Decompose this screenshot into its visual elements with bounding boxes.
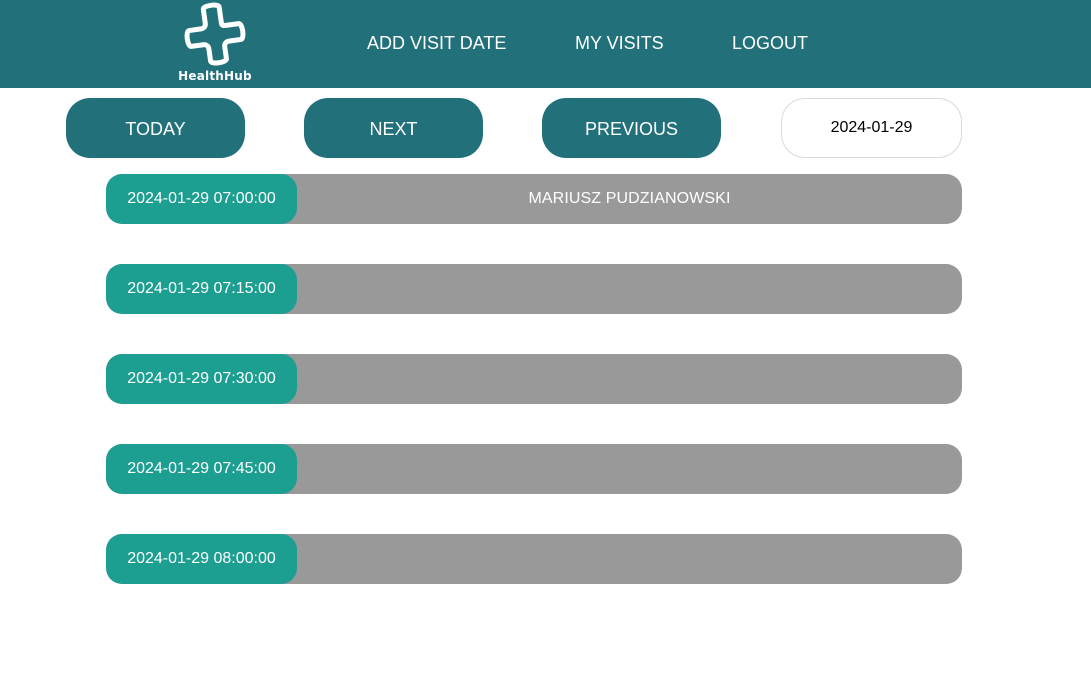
- visit-slot[interactable]: 2024-01-29 07:00:00 MARIUSZ PUDZIANOWSKI: [106, 174, 962, 224]
- nav-add-visit-date[interactable]: ADD VISIT DATE: [367, 31, 506, 55]
- visit-slot[interactable]: 2024-01-29 07:30:00: [106, 354, 962, 404]
- visit-slot[interactable]: 2024-01-29 07:15:00: [106, 264, 962, 314]
- nav-my-visits[interactable]: MY VISITS: [575, 31, 664, 55]
- slot-time: 2024-01-29 07:45:00: [106, 444, 297, 494]
- slot-patient-name: [297, 534, 962, 584]
- previous-button[interactable]: PREVIOUS: [542, 98, 721, 158]
- slot-patient-name: MARIUSZ PUDZIANOWSKI: [528, 190, 731, 207]
- slot-time: 2024-01-29 07:00:00: [106, 174, 297, 224]
- logo-text: HealthHub: [178, 69, 252, 83]
- top-navigation-bar: HealthHub ADD VISIT DATE MY VISITS LOGOU…: [0, 0, 1091, 88]
- slot-patient-name: [297, 264, 962, 314]
- medical-cross-icon: [184, 2, 246, 66]
- visit-slot[interactable]: 2024-01-29 08:00:00: [106, 534, 962, 584]
- visit-slot[interactable]: 2024-01-29 07:45:00: [106, 444, 962, 494]
- slot-time: 2024-01-29 07:30:00: [106, 354, 297, 404]
- nav-logout[interactable]: LOGOUT: [732, 31, 808, 55]
- slot-patient-name: [297, 354, 962, 404]
- date-field[interactable]: [781, 98, 962, 158]
- slot-time: 2024-01-29 07:15:00: [106, 264, 297, 314]
- next-button[interactable]: NEXT: [304, 98, 483, 158]
- slot-time: 2024-01-29 08:00:00: [106, 534, 297, 584]
- today-button[interactable]: TODAY: [66, 98, 245, 158]
- healthhub-logo[interactable]: HealthHub: [176, 2, 254, 83]
- slot-patient-name: [297, 444, 962, 494]
